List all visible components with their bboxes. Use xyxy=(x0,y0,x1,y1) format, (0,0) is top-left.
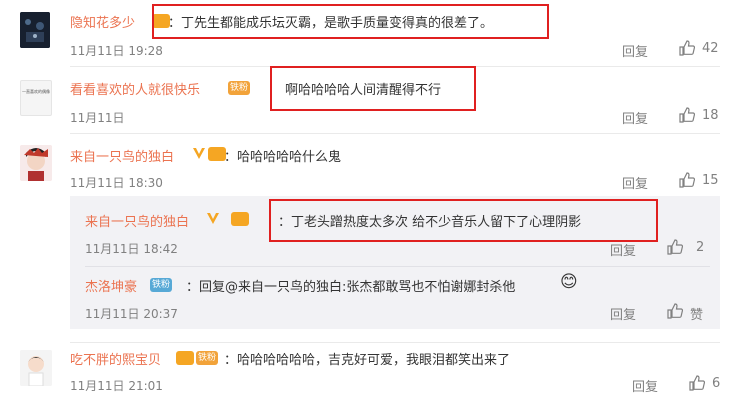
timestamp: 11月11日 21:01 xyxy=(70,379,163,393)
like-count: 6 xyxy=(712,376,721,391)
username[interactable]: 隐知花多少 xyxy=(70,12,135,31)
username[interactable]: 吃不胖的熙宝贝 xyxy=(70,349,161,368)
reply-button[interactable]: 回复 xyxy=(610,240,636,259)
avatar[interactable] xyxy=(20,350,52,386)
reply-button[interactable]: 回复 xyxy=(610,304,636,323)
verified-v-icon xyxy=(192,146,206,160)
fan-badge: 铁粉 xyxy=(228,81,251,95)
divider xyxy=(85,266,710,267)
comment-text: ：哈哈哈哈哈哈，吉克好可爱，我眼泪都笑出来了 xyxy=(224,353,511,368)
verified-v-icon xyxy=(206,211,220,225)
username[interactable]: 来自一只鸟的独白 xyxy=(85,211,189,230)
reply-button[interactable]: 回复 xyxy=(632,376,658,395)
username[interactable]: 看看喜欢的人就很快乐 xyxy=(70,79,200,98)
reply-button[interactable]: 回复 xyxy=(622,108,648,127)
like-count: 18 xyxy=(702,108,719,123)
reply-button[interactable]: 回复 xyxy=(622,41,648,60)
timestamp: 11月11日 xyxy=(70,111,125,125)
like-icon[interactable] xyxy=(667,239,683,255)
timestamp: 11月11日 18:30 xyxy=(70,176,163,190)
avatar[interactable] xyxy=(20,12,50,48)
like-icon[interactable] xyxy=(689,375,705,391)
avatar[interactable]: 一直喜欢的偶像 xyxy=(20,80,52,116)
reply-button[interactable]: 回复 xyxy=(622,173,648,192)
like-icon[interactable] xyxy=(679,40,695,56)
username[interactable]: 杰洛坤豪 xyxy=(85,276,137,295)
fan-badge: 铁粉 xyxy=(196,351,219,365)
like-count: 42 xyxy=(702,41,719,56)
like-label[interactable]: 赞 xyxy=(690,304,703,323)
like-icon[interactable] xyxy=(679,172,695,188)
like-count: 2 xyxy=(696,240,705,255)
fan-badge: 铁粉 xyxy=(150,278,173,292)
smile-emoji: 😊 xyxy=(560,272,578,292)
like-count: 15 xyxy=(702,173,719,188)
highlight-box xyxy=(269,199,658,242)
highlight-box xyxy=(270,66,476,111)
divider xyxy=(70,342,720,343)
avatar[interactable] xyxy=(20,145,52,181)
username[interactable]: 来自一只鸟的独白 xyxy=(70,146,174,165)
timestamp: 11月11日 18:42 xyxy=(85,242,178,256)
timestamp: 11月11日 20:37 xyxy=(85,307,178,321)
timestamp: 11月11日 19:28 xyxy=(70,44,163,58)
highlight-box xyxy=(152,4,549,39)
avatar-text: 一直喜欢的偶像 xyxy=(22,89,50,94)
comment-text: ：哈哈哈哈哈什么鬼 xyxy=(224,150,342,165)
comment-text: ：回复@来自一只鸟的独白:张杰都敢骂也不怕谢娜封杀他 xyxy=(186,280,516,295)
like-icon[interactable] xyxy=(667,303,683,319)
member-badge-icon xyxy=(176,351,194,365)
divider xyxy=(70,133,720,134)
like-icon[interactable] xyxy=(679,107,695,123)
member-badge-icon xyxy=(231,212,249,226)
